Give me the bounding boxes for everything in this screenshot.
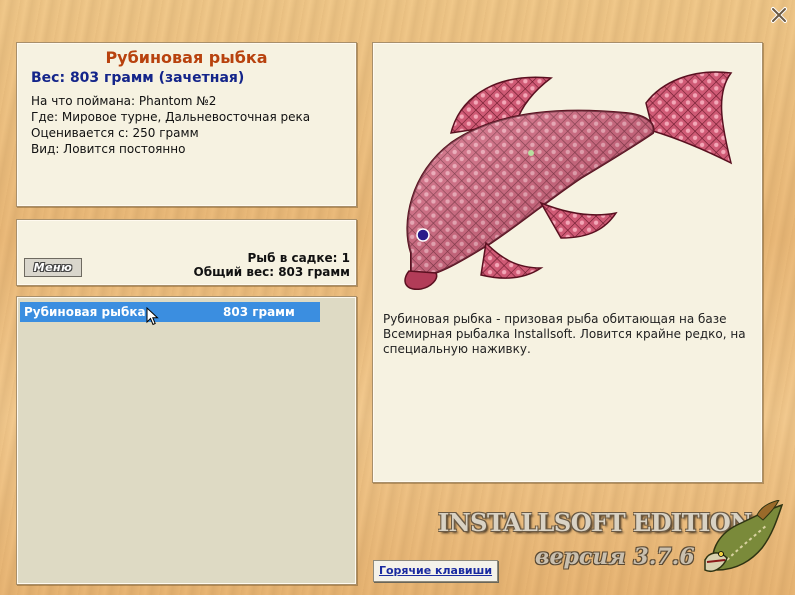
menu-button[interactable]: Меню [24,258,82,277]
location-text: Где: Мировое турне, Дальневосточная река [31,110,311,124]
fish-description: Рубиновая рыбка - призовая рыба обитающа… [383,312,746,356]
pike-logo [704,500,784,572]
list-item-name: Рубиновая рыбка [24,305,146,319]
close-icon[interactable] [770,6,788,24]
fish-list[interactable]: Рубиновая рыбка 803 грамм [16,296,357,585]
cursor-icon [146,307,159,326]
fish-title: Рубиновая рыбка [105,48,268,67]
list-item-weight: 803 грамм [223,305,295,319]
fish-image-panel: Рубиновая рыбка - призовая рыба обитающа… [372,42,763,483]
cage-panel: Меню Рыб в садке: 1 Общий вес: 803 грамм [16,219,357,286]
total-weight: Общий вес: 803 грамм [193,265,350,279]
rated-from-text: Оценивается с: 250 грамм [31,126,199,140]
fish-info-panel: Рубиновая рыбка Вес: 803 грамм (зачетная… [16,42,357,207]
list-item[interactable]: Рубиновая рыбка 803 грамм [20,302,320,322]
caught-on-text: На что поймана: Phantom №2 [31,94,217,108]
fish-count: Рыб в садке: 1 [247,251,351,265]
fish-type-text: Вид: Ловится постоянно [31,142,186,156]
version-label: версия 3.7.6 [535,544,695,570]
ruby-fish-image [404,71,733,290]
fish-weight: Вес: 803 грамм (зачетная) [31,70,245,86]
hotkeys-button[interactable]: Горячие клавиши [373,560,498,582]
